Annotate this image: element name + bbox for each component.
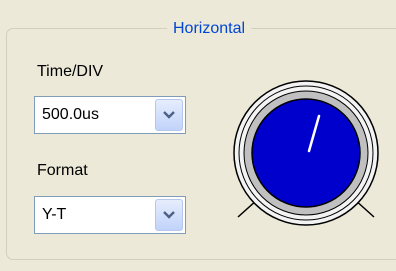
time-div-label: Time/DIV [37, 63, 104, 80]
time-div-value: 500.0us [42, 106, 99, 123]
format-dropdown-button[interactable] [155, 199, 183, 231]
format-select[interactable]: Y-T [34, 196, 186, 234]
chevron-down-icon [163, 211, 175, 219]
time-div-knob[interactable] [228, 75, 384, 231]
format-value: Y-T [42, 206, 67, 223]
format-label: Format [37, 162, 88, 179]
knob-face [251, 98, 361, 208]
time-div-select[interactable]: 500.0us [34, 96, 186, 134]
chevron-down-icon [163, 111, 175, 119]
time-div-dropdown-button[interactable] [155, 99, 183, 131]
group-title: Horizontal [167, 19, 252, 39]
